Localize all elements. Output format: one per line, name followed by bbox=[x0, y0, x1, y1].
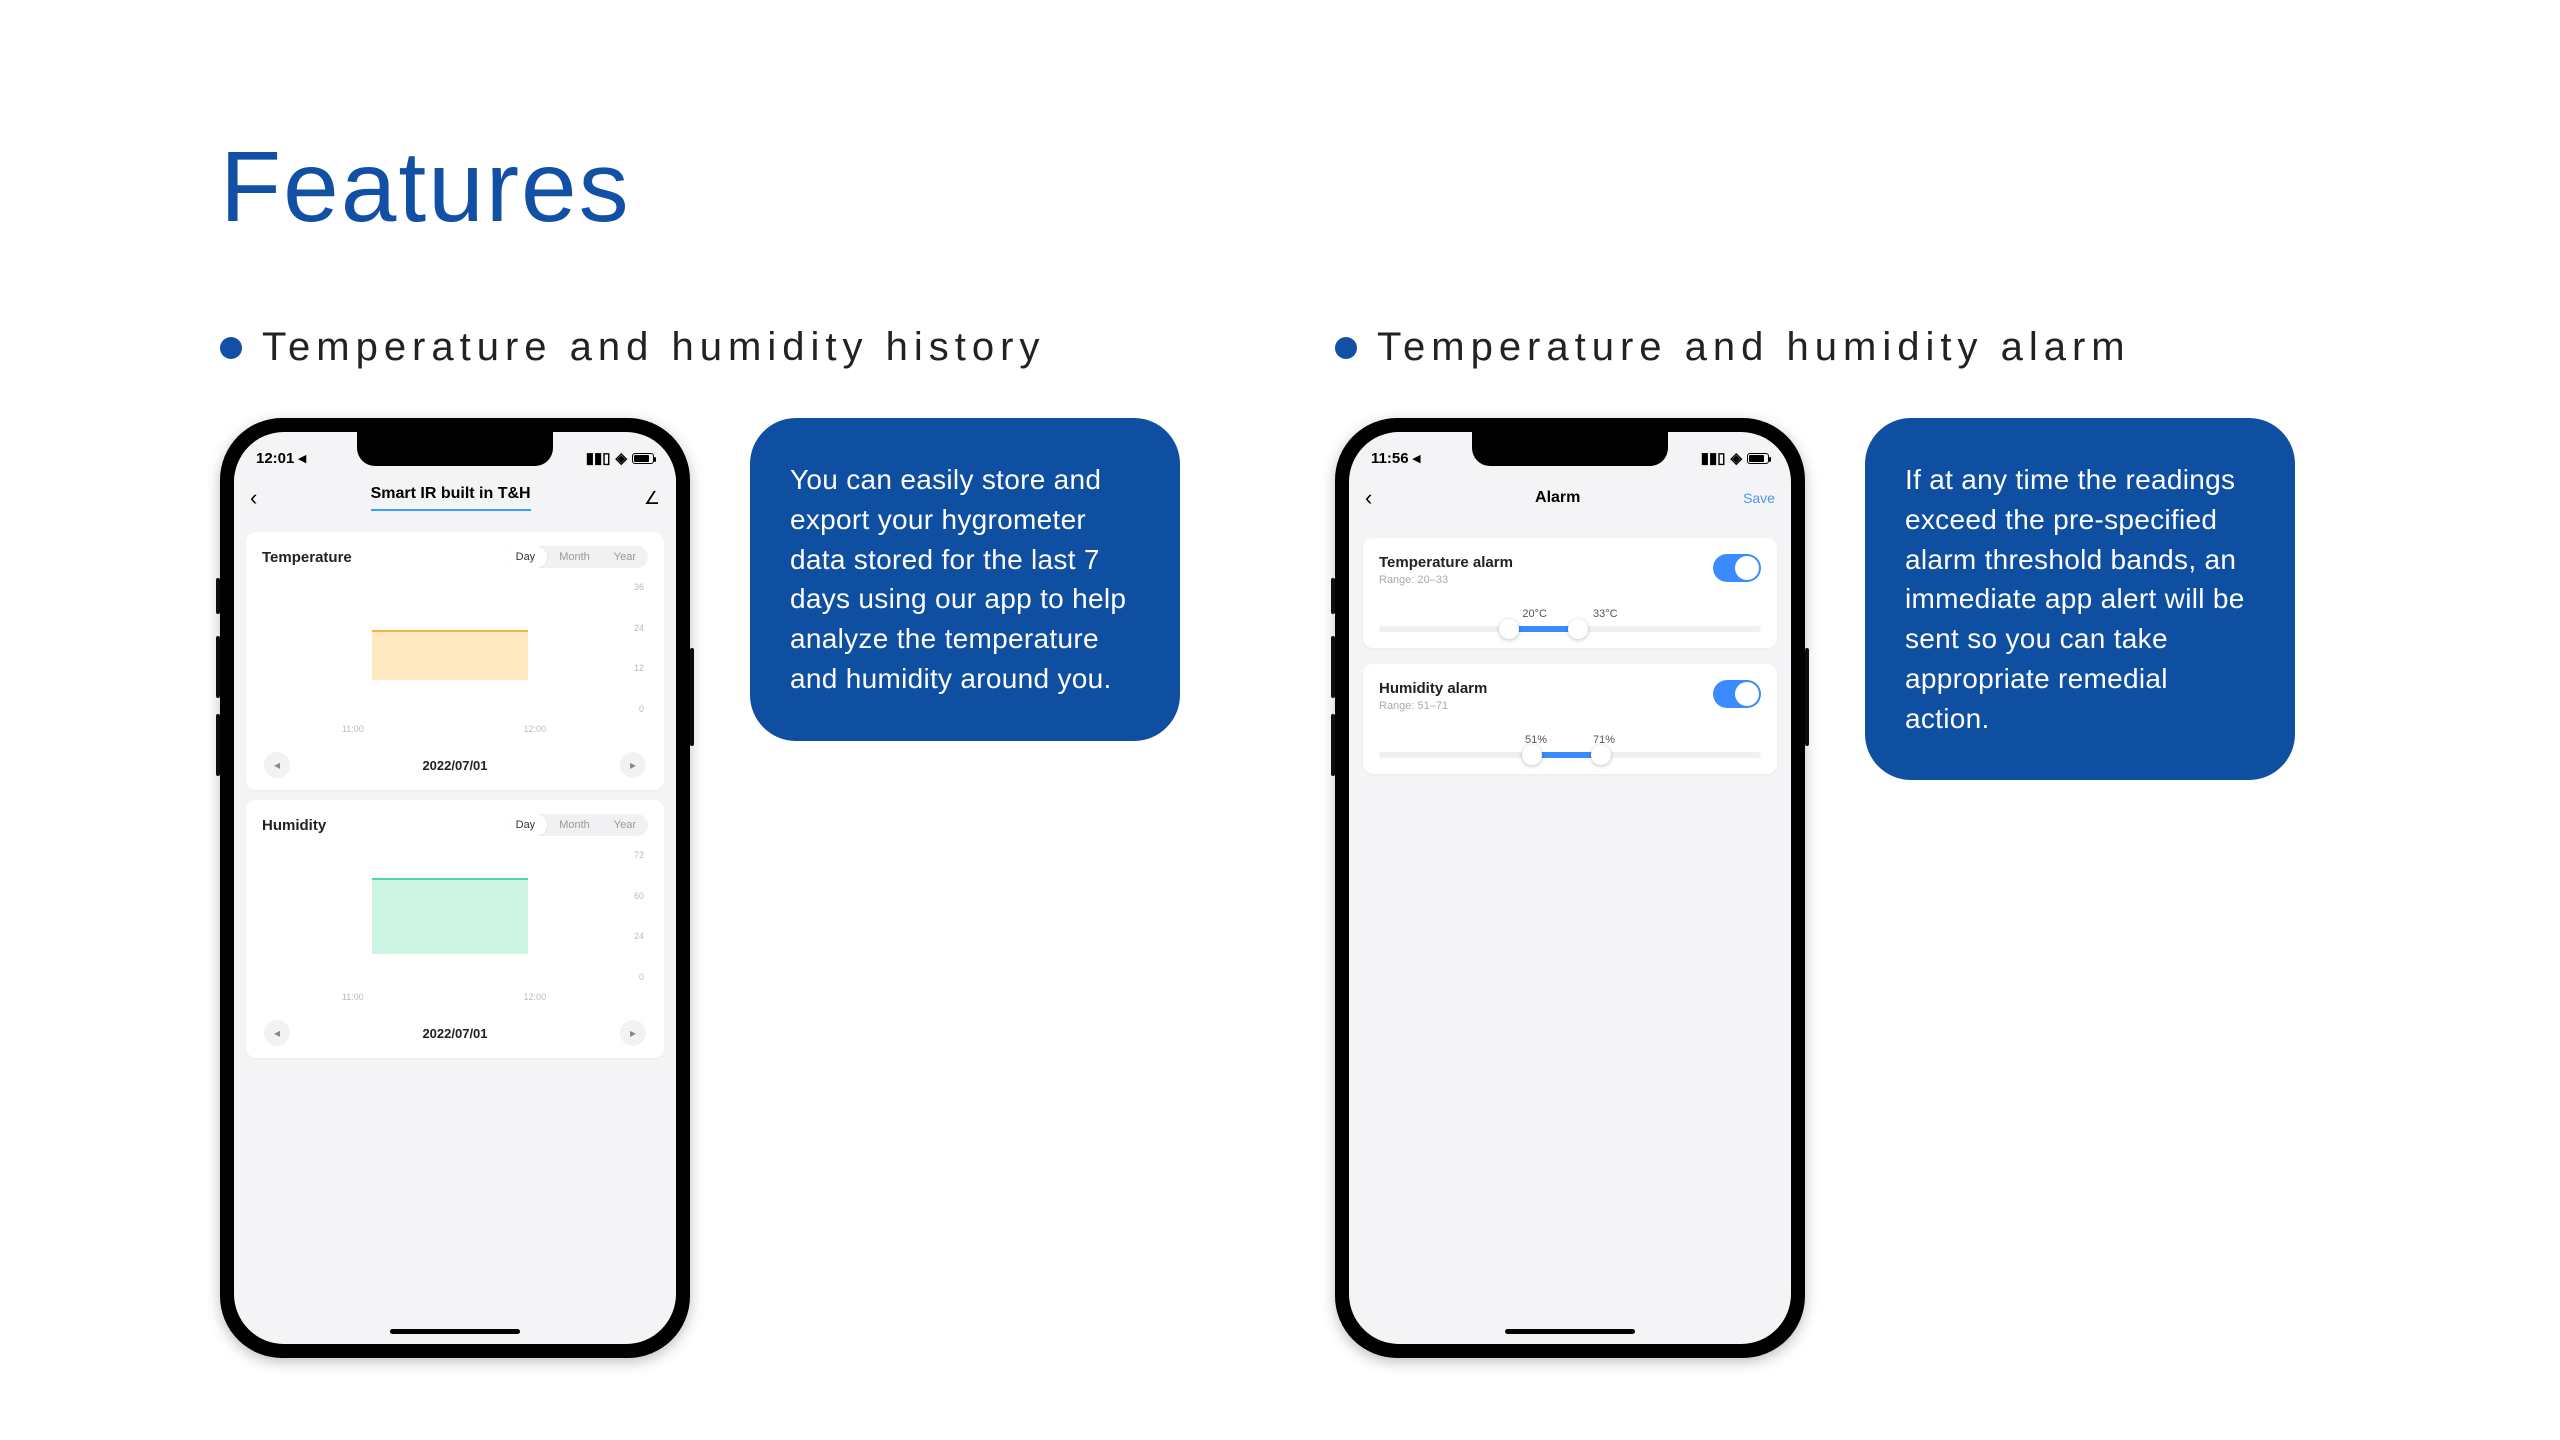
period-segment[interactable]: Day Month Year bbox=[504, 814, 648, 836]
temperature-range-slider[interactable] bbox=[1379, 626, 1761, 632]
humidity-alarm-card: Humidity alarm Range: 51–71 51% 71% bbox=[1363, 664, 1777, 774]
seg-day[interactable]: Day bbox=[504, 546, 548, 568]
page-title: Features bbox=[220, 130, 2340, 245]
callout-alarm: If at any time the readings exceed the p… bbox=[1865, 418, 2295, 780]
app-title: Alarm bbox=[1535, 489, 1580, 507]
seg-day[interactable]: Day bbox=[504, 814, 548, 836]
edit-icon[interactable]: ∠ bbox=[644, 488, 660, 509]
battery-icon bbox=[1747, 453, 1769, 464]
bullet-icon bbox=[220, 337, 242, 359]
phone-mockup-alarm: 11:56 ◂ ▮▮▯ ◈ ‹ Alarm Save bbox=[1335, 418, 1805, 1358]
alarm-title: Temperature alarm bbox=[1379, 554, 1513, 571]
period-segment[interactable]: Day Month Year bbox=[504, 546, 648, 568]
slider-handle-low[interactable] bbox=[1522, 745, 1542, 765]
feature-history: Temperature and humidity history 12:01 ◂… bbox=[220, 325, 1225, 1358]
seg-year[interactable]: Year bbox=[602, 546, 648, 568]
temperature-card: Temperature Day Month Year 36 24 bbox=[246, 532, 664, 790]
status-time: 12:01 ◂ bbox=[256, 449, 306, 467]
temperature-alarm-card: Temperature alarm Range: 20–33 20°C 33°C bbox=[1363, 538, 1777, 648]
alarm-range-text: Range: 20–33 bbox=[1379, 574, 1513, 586]
app-header: ‹ Alarm Save bbox=[1349, 474, 1791, 522]
range-high: 33°C bbox=[1593, 608, 1618, 620]
next-day-button[interactable]: ▸ bbox=[620, 1020, 646, 1046]
alarm-title: Humidity alarm bbox=[1379, 680, 1487, 697]
wifi-icon: ◈ bbox=[1730, 449, 1742, 467]
humidity-range-slider[interactable] bbox=[1379, 752, 1761, 758]
temperature-alarm-toggle[interactable] bbox=[1713, 554, 1761, 582]
slider-handle-high[interactable] bbox=[1568, 619, 1588, 639]
seg-month[interactable]: Month bbox=[547, 546, 602, 568]
slider-handle-high[interactable] bbox=[1591, 745, 1611, 765]
save-button[interactable]: Save bbox=[1743, 490, 1775, 506]
status-icons: ▮▮▯ ◈ bbox=[586, 449, 654, 467]
feature-heading: Temperature and humidity alarm bbox=[1377, 325, 2131, 370]
humidity-card: Humidity Day Month Year 72 60 bbox=[246, 800, 664, 1058]
home-indicator[interactable] bbox=[390, 1329, 520, 1334]
humidity-chart: 72 60 24 0 11:00 12:00 bbox=[262, 850, 648, 1010]
seg-year[interactable]: Year bbox=[602, 814, 648, 836]
range-high: 71% bbox=[1593, 734, 1615, 746]
signal-icon: ▮▮▯ bbox=[586, 449, 611, 467]
app-header: ‹ Smart IR built in T&H ∠ bbox=[234, 474, 676, 522]
status-time: 11:56 ◂ bbox=[1371, 449, 1420, 467]
back-icon[interactable]: ‹ bbox=[1365, 485, 1372, 511]
date-label: 2022/07/01 bbox=[422, 758, 487, 773]
phone-mockup-history: 12:01 ◂ ▮▮▯ ◈ ‹ Smart IR built in T&H ∠ bbox=[220, 418, 690, 1358]
card-title: Humidity bbox=[262, 817, 326, 834]
back-icon[interactable]: ‹ bbox=[250, 485, 257, 511]
bullet-icon bbox=[1335, 337, 1357, 359]
callout-history: You can easily store and export your hyg… bbox=[750, 418, 1180, 741]
range-low: 20°C bbox=[1522, 608, 1547, 620]
feature-heading: Temperature and humidity history bbox=[262, 325, 1045, 370]
prev-day-button[interactable]: ◂ bbox=[264, 1020, 290, 1046]
temperature-chart: 36 24 12 0 11:00 12:00 bbox=[262, 582, 648, 742]
home-indicator[interactable] bbox=[1505, 1329, 1635, 1334]
battery-icon bbox=[632, 453, 654, 464]
feature-alarm: Temperature and humidity alarm 11:56 ◂ ▮… bbox=[1335, 325, 2340, 1358]
humidity-alarm-toggle[interactable] bbox=[1713, 680, 1761, 708]
next-day-button[interactable]: ▸ bbox=[620, 752, 646, 778]
range-low: 51% bbox=[1525, 734, 1547, 746]
slider-handle-low[interactable] bbox=[1499, 619, 1519, 639]
alarm-range-text: Range: 51–71 bbox=[1379, 700, 1487, 712]
wifi-icon: ◈ bbox=[615, 449, 627, 467]
card-title: Temperature bbox=[262, 549, 352, 566]
status-icons: ▮▮▯ ◈ bbox=[1701, 449, 1769, 467]
seg-month[interactable]: Month bbox=[547, 814, 602, 836]
date-label: 2022/07/01 bbox=[422, 1026, 487, 1041]
signal-icon: ▮▮▯ bbox=[1701, 449, 1726, 467]
app-title: Smart IR built in T&H bbox=[371, 485, 531, 511]
prev-day-button[interactable]: ◂ bbox=[264, 752, 290, 778]
